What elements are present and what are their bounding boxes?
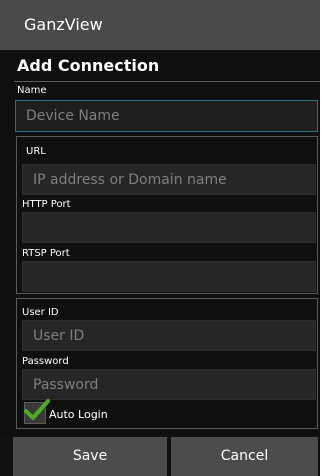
http-port-input[interactable] <box>22 212 316 243</box>
add-connection-screen: GanzView Add Connection Name URL HTTP Po… <box>0 0 320 476</box>
cancel-button[interactable]: Cancel <box>171 437 318 476</box>
auto-login-checkbox[interactable] <box>24 399 50 424</box>
user-id-label: User ID <box>22 307 59 318</box>
app-title: GanzView <box>24 15 103 34</box>
password-input[interactable] <box>22 369 316 400</box>
screen-edge <box>320 0 325 476</box>
app-titlebar: GanzView <box>0 0 320 50</box>
auto-login-label: Auto Login <box>49 408 108 421</box>
url-label: URL <box>26 146 46 157</box>
device-name-input[interactable] <box>15 100 318 132</box>
check-icon <box>24 399 50 420</box>
password-label: Password <box>22 356 69 367</box>
dialog-title: Add Connection <box>17 56 160 75</box>
title-divider <box>14 81 320 82</box>
save-button[interactable]: Save <box>13 437 167 476</box>
rtsp-port-label: RTSP Port <box>22 248 70 259</box>
http-port-label: HTTP Port <box>22 199 71 210</box>
url-input[interactable] <box>22 164 316 195</box>
name-label: Name <box>17 85 47 96</box>
rtsp-port-input[interactable] <box>22 261 316 292</box>
user-id-input[interactable] <box>22 320 316 351</box>
